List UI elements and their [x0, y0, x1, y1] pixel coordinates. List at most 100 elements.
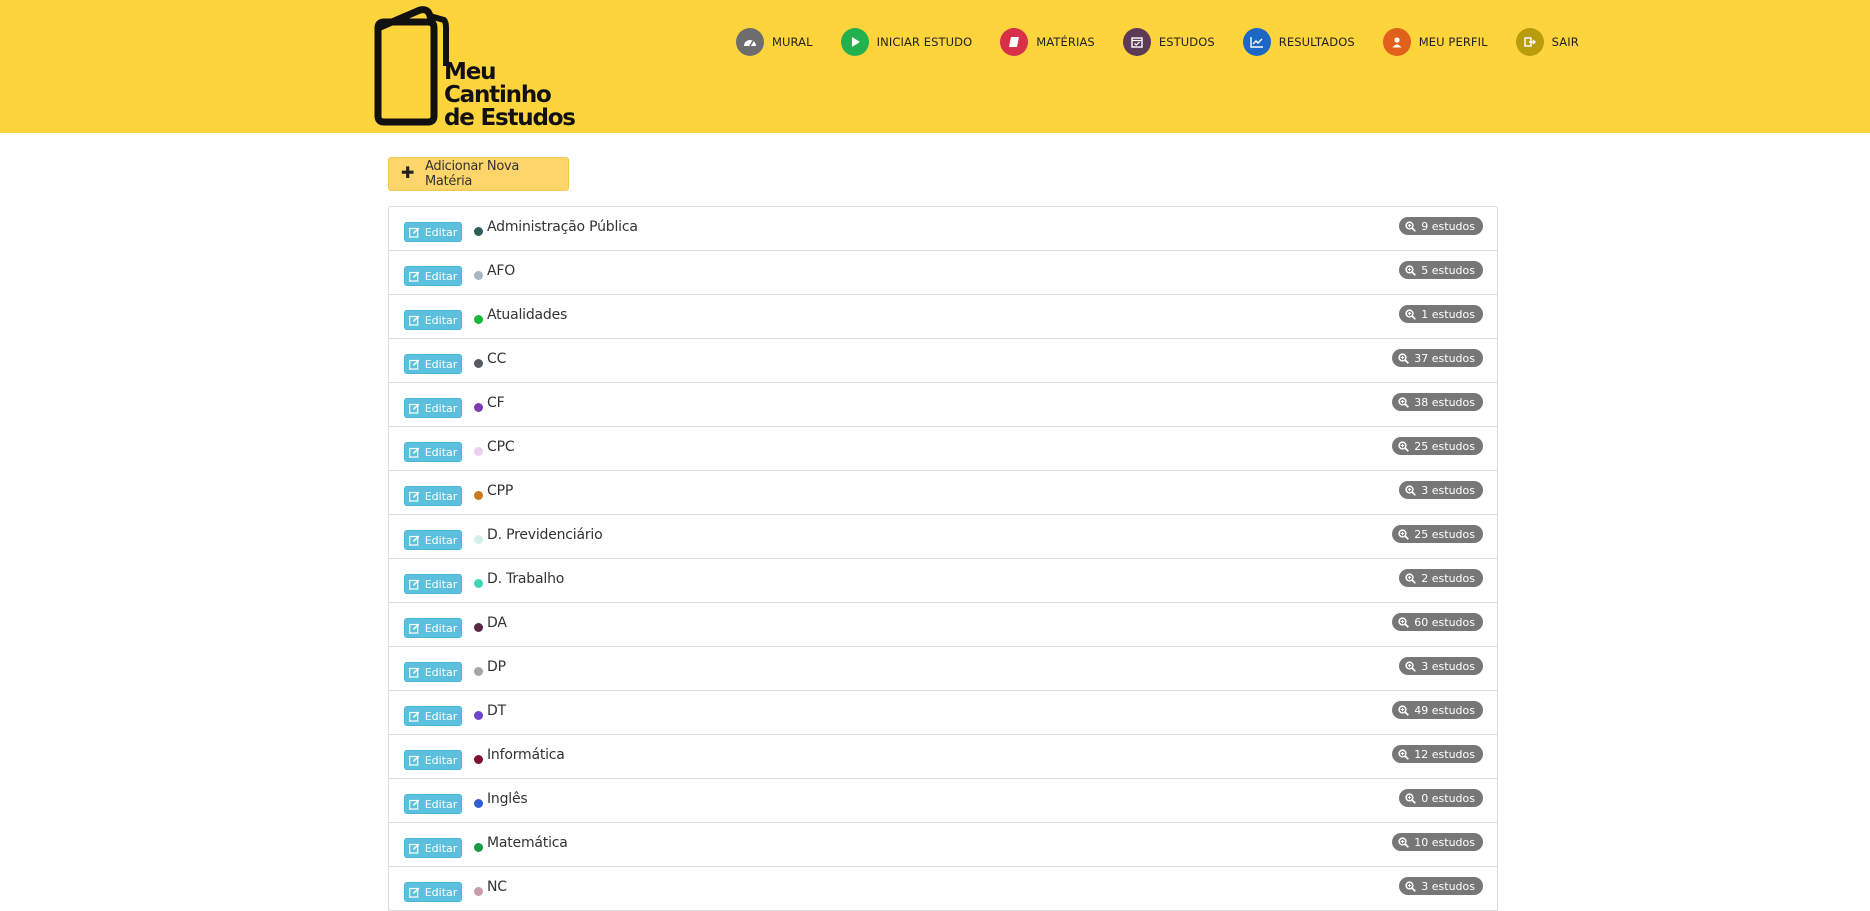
edit-button[interactable]: Editar — [404, 486, 462, 506]
add-subject-button[interactable]: ✚ Adicionar Nova Matéria — [388, 157, 569, 191]
study-count-badge[interactable]: 9 estudos — [1399, 217, 1483, 235]
study-count-badge[interactable]: 3 estudos — [1399, 657, 1483, 675]
nav-meu-perfil[interactable]: MEU PERFIL — [1382, 28, 1488, 56]
subject-row: Editar CPP 3 estudos — [389, 471, 1497, 515]
edit-icon — [408, 447, 420, 458]
zoom-in-icon — [1398, 616, 1410, 628]
edit-icon — [408, 799, 420, 810]
subject-row: Editar CPC 25 estudos — [389, 427, 1497, 471]
color-dot — [474, 403, 483, 412]
zoom-in-icon — [1405, 484, 1417, 496]
edit-button[interactable]: Editar — [404, 882, 462, 902]
edit-label: Editar — [424, 797, 458, 811]
study-count: 37 estudos — [1414, 351, 1475, 365]
edit-label: Editar — [424, 489, 458, 503]
study-count: 25 estudos — [1414, 439, 1475, 453]
study-count-badge[interactable]: 0 estudos — [1399, 789, 1483, 807]
zoom-in-icon — [1398, 748, 1410, 760]
edit-label: Editar — [424, 709, 458, 723]
zoom-in-icon — [1398, 836, 1410, 848]
color-dot — [474, 667, 483, 676]
subject-name: NC — [487, 879, 507, 895]
study-count-badge[interactable]: 37 estudos — [1392, 349, 1483, 367]
study-count-badge[interactable]: 12 estudos — [1392, 745, 1483, 763]
study-count: 3 estudos — [1421, 483, 1475, 497]
subject-row: Editar CF 38 estudos — [389, 383, 1497, 427]
subject-name: Informática — [487, 747, 565, 763]
edit-label: Editar — [424, 753, 458, 767]
subject-row: Editar DP 3 estudos — [389, 647, 1497, 691]
nav-label: ESTUDOS — [1158, 35, 1215, 49]
color-dot — [474, 271, 483, 280]
study-count: 12 estudos — [1414, 747, 1475, 761]
study-count: 49 estudos — [1414, 703, 1475, 717]
edit-button[interactable]: Editar — [404, 222, 462, 242]
zoom-in-icon — [1405, 660, 1417, 672]
subject-name: CPP — [487, 483, 514, 499]
nav-iniciar-estudo[interactable]: INICIAR ESTUDO — [840, 28, 973, 56]
play-icon — [840, 28, 869, 56]
nav-label: MATÉRIAS — [1036, 35, 1095, 49]
nav-label: RESULTADOS — [1278, 35, 1355, 49]
edit-button[interactable]: Editar — [404, 530, 462, 550]
study-count-badge[interactable]: 10 estudos — [1392, 833, 1483, 851]
edit-button[interactable]: Editar — [404, 838, 462, 858]
edit-label: Editar — [424, 621, 458, 635]
subject-row: Editar Inglês 0 estudos — [389, 779, 1497, 823]
edit-button[interactable]: Editar — [404, 310, 462, 330]
color-dot — [474, 623, 483, 632]
zoom-in-icon — [1398, 352, 1410, 364]
study-count: 5 estudos — [1421, 263, 1475, 277]
study-count-badge[interactable]: 25 estudos — [1392, 437, 1483, 455]
plus-icon: ✚ — [401, 165, 415, 182]
color-dot — [474, 447, 483, 456]
zoom-in-icon — [1398, 440, 1410, 452]
edit-button[interactable]: Editar — [404, 794, 462, 814]
study-count-badge[interactable]: 1 estudos — [1399, 305, 1483, 323]
edit-icon — [408, 315, 420, 326]
study-count-badge[interactable]: 49 estudos — [1392, 701, 1483, 719]
subject-row: Editar DA 60 estudos — [389, 603, 1497, 647]
study-count-badge[interactable]: 2 estudos — [1399, 569, 1483, 587]
edit-button[interactable]: Editar — [404, 574, 462, 594]
study-count-badge[interactable]: 38 estudos — [1392, 393, 1483, 411]
edit-button[interactable]: Editar — [404, 354, 462, 374]
nav-resultados[interactable]: RESULTADOS — [1242, 28, 1355, 56]
subject-name: CPC — [487, 439, 515, 455]
zoom-in-icon — [1405, 220, 1417, 232]
study-count-badge[interactable]: 3 estudos — [1399, 877, 1483, 895]
edit-button[interactable]: Editar — [404, 266, 462, 286]
edit-button[interactable]: Editar — [404, 618, 462, 638]
subject-row: Editar DT 49 estudos — [389, 691, 1497, 735]
logo[interactable]: Meu Cantinho de Estudos — [370, 6, 576, 130]
edit-button[interactable]: Editar — [404, 750, 462, 770]
subject-name: Administração Pública — [487, 219, 638, 235]
edit-button[interactable]: Editar — [404, 662, 462, 682]
edit-button[interactable]: Editar — [404, 398, 462, 418]
color-dot — [474, 579, 483, 588]
color-dot — [474, 711, 483, 720]
color-dot — [474, 799, 483, 808]
user-icon — [1382, 28, 1411, 56]
study-count-badge[interactable]: 5 estudos — [1399, 261, 1483, 279]
study-count-badge[interactable]: 3 estudos — [1399, 481, 1483, 499]
study-count-badge[interactable]: 60 estudos — [1392, 613, 1483, 631]
subject-name: D. Previdenciário — [487, 527, 603, 543]
color-dot — [474, 755, 483, 764]
logo-text-line-2: Cantinho — [444, 82, 552, 108]
nav-estudos[interactable]: ESTUDOS — [1122, 28, 1215, 56]
edit-button[interactable]: Editar — [404, 442, 462, 462]
edit-label: Editar — [424, 269, 458, 283]
subject-name: Inglês — [487, 791, 528, 807]
edit-button[interactable]: Editar — [404, 706, 462, 726]
edit-icon — [408, 359, 420, 370]
nav-sair[interactable]: SAIR — [1515, 28, 1579, 56]
nav-materias[interactable]: MATÉRIAS — [1000, 28, 1095, 56]
nav-mural[interactable]: MURAL — [736, 28, 813, 56]
edit-icon — [408, 579, 420, 590]
edit-icon — [408, 535, 420, 546]
subject-row: Editar CC 37 estudos — [389, 339, 1497, 383]
study-count-badge[interactable]: 25 estudos — [1392, 525, 1483, 543]
study-count: 60 estudos — [1414, 615, 1475, 629]
subject-row: Editar Administração Pública 9 estudos — [389, 207, 1497, 251]
